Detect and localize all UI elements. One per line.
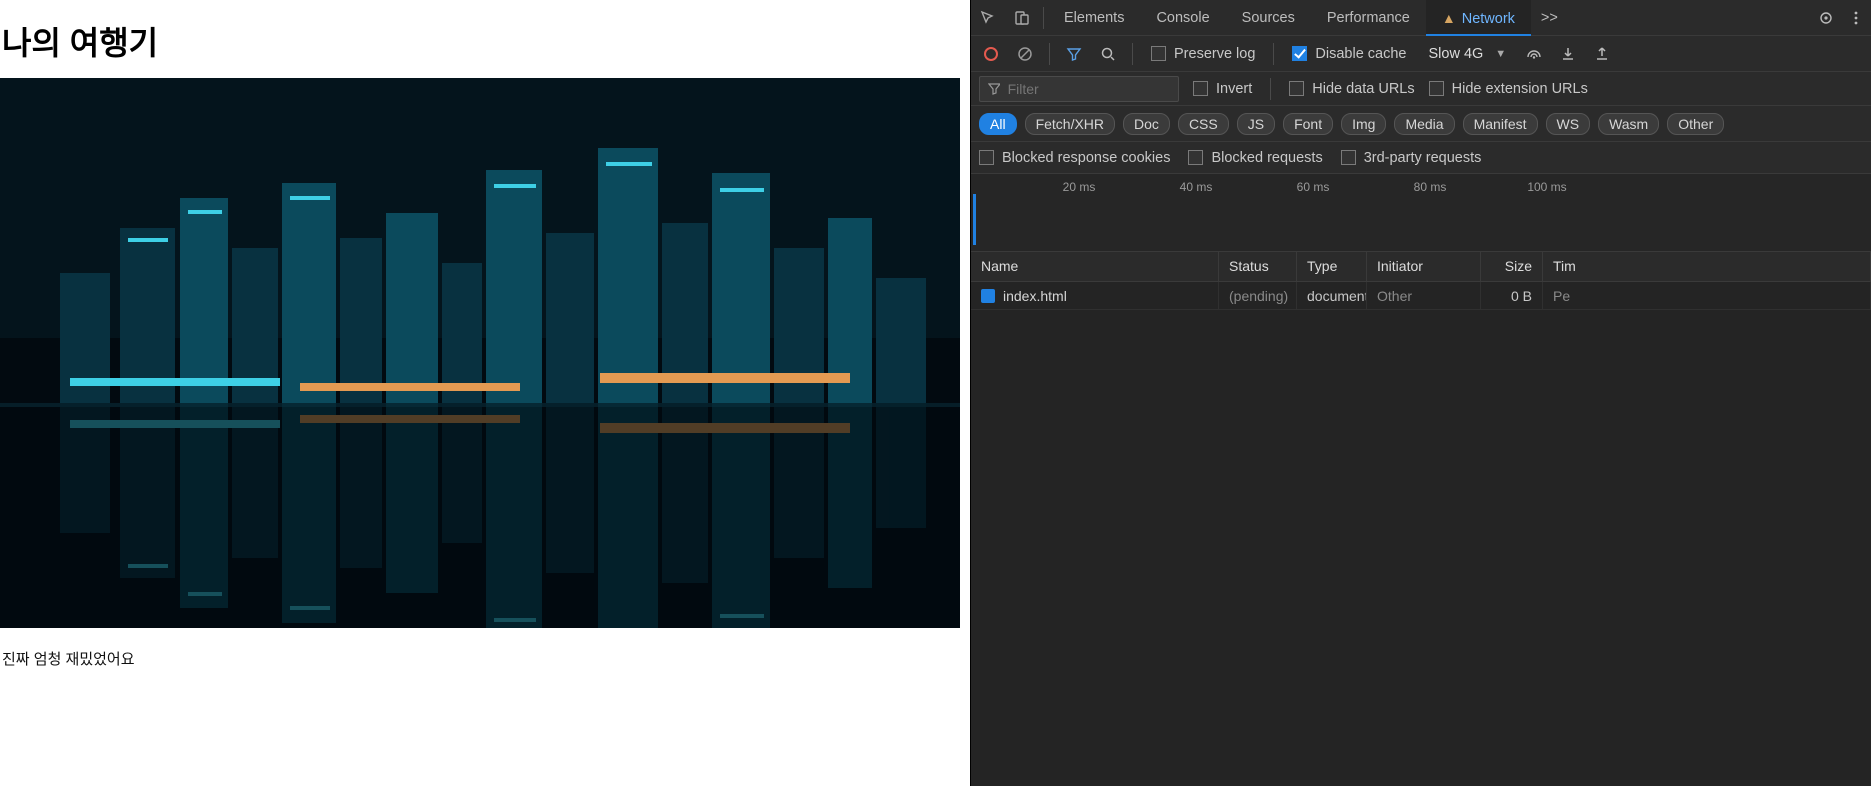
pill-manifest[interactable]: Manifest <box>1463 113 1538 135</box>
timeline-tick: 80 ms <box>1414 180 1447 194</box>
document-file-icon <box>981 289 995 303</box>
disable-cache-checkbox[interactable]: Disable cache <box>1284 46 1414 62</box>
pill-ws[interactable]: WS <box>1546 113 1591 135</box>
pill-all[interactable]: All <box>979 113 1017 135</box>
extra-filters: Blocked response cookies Blocked request… <box>971 142 1871 174</box>
timeline-overview[interactable]: 20 ms 40 ms 60 ms 80 ms 100 ms <box>971 174 1871 252</box>
blocked-requests-checkbox[interactable]: Blocked requests <box>1188 150 1322 166</box>
kebab-menu-icon[interactable] <box>1841 0 1871 36</box>
tab-sources[interactable]: Sources <box>1226 0 1311 36</box>
throttle-select[interactable]: Slow 4G ▼ <box>1420 46 1514 62</box>
settings-gear-icon[interactable] <box>1811 0 1841 36</box>
timeline-tick: 20 ms <box>1063 180 1096 194</box>
pill-other[interactable]: Other <box>1667 113 1724 135</box>
hero-image <box>0 78 960 628</box>
row-time: Pe <box>1543 282 1871 309</box>
filter-bar: Invert Hide data URLs Hide extension URL… <box>971 72 1871 106</box>
funnel-icon <box>988 82 1000 95</box>
filter-toggle-icon[interactable] <box>1060 40 1088 68</box>
page-title: 나의 여행기 <box>0 0 970 78</box>
pill-js[interactable]: JS <box>1237 113 1275 135</box>
throttle-label: Slow 4G <box>1428 46 1483 62</box>
filter-input-wrap[interactable] <box>979 76 1179 102</box>
row-size: 0 B <box>1481 282 1543 309</box>
row-status: (pending) <box>1219 282 1297 309</box>
devtools-panel: Elements Console Sources Performance ▲Ne… <box>970 0 1871 786</box>
webpage-pane: 나의 여행기 <box>0 0 970 786</box>
col-time[interactable]: Tim <box>1543 252 1871 281</box>
tab-network[interactable]: ▲Network <box>1426 0 1531 36</box>
col-type[interactable]: Type <box>1297 252 1367 281</box>
pill-css[interactable]: CSS <box>1178 113 1229 135</box>
filter-input[interactable] <box>1008 81 1170 97</box>
row-name: index.html <box>1003 288 1067 304</box>
tab-elements[interactable]: Elements <box>1048 0 1140 36</box>
network-conditions-icon[interactable] <box>1520 40 1548 68</box>
row-type: document <box>1297 282 1367 309</box>
col-status[interactable]: Status <box>1219 252 1297 281</box>
invert-checkbox[interactable]: Invert <box>1193 81 1252 97</box>
pill-wasm[interactable]: Wasm <box>1598 113 1659 135</box>
blocked-cookies-checkbox[interactable]: Blocked response cookies <box>979 150 1170 166</box>
network-table-body: index.html (pending) document Other 0 B … <box>971 282 1871 786</box>
preserve-log-checkbox[interactable]: Preserve log <box>1143 46 1263 62</box>
device-toggle-icon[interactable] <box>1005 0 1039 36</box>
table-row[interactable]: index.html (pending) document Other 0 B … <box>971 282 1871 310</box>
devtools-tabs: Elements Console Sources Performance ▲Ne… <box>971 0 1871 36</box>
pill-media[interactable]: Media <box>1394 113 1454 135</box>
pill-font[interactable]: Font <box>1283 113 1333 135</box>
timeline-marker <box>973 194 976 245</box>
export-har-icon[interactable] <box>1588 40 1616 68</box>
network-toolbar: Preserve log Disable cache Slow 4G ▼ <box>971 36 1871 72</box>
disable-cache-label: Disable cache <box>1315 46 1406 62</box>
search-icon[interactable] <box>1094 40 1122 68</box>
preserve-log-label: Preserve log <box>1174 46 1255 62</box>
tab-performance[interactable]: Performance <box>1311 0 1426 36</box>
hide-extension-urls-checkbox[interactable]: Hide extension URLs <box>1429 81 1588 97</box>
inspect-icon[interactable] <box>971 0 1005 36</box>
third-party-checkbox[interactable]: 3rd-party requests <box>1341 150 1482 166</box>
chevron-down-icon: ▼ <box>1495 48 1506 60</box>
col-size[interactable]: Size <box>1481 252 1543 281</box>
type-filter-pills: All Fetch/XHR Doc CSS JS Font Img Media … <box>971 106 1871 142</box>
import-har-icon[interactable] <box>1554 40 1582 68</box>
col-initiator[interactable]: Initiator <box>1367 252 1481 281</box>
timeline-tick: 100 ms <box>1527 180 1566 194</box>
tabs-overflow[interactable]: >> <box>1531 10 1568 26</box>
timeline-tick: 60 ms <box>1297 180 1330 194</box>
pill-img[interactable]: Img <box>1341 113 1386 135</box>
clear-button[interactable] <box>1011 40 1039 68</box>
col-name[interactable]: Name <box>971 252 1219 281</box>
hide-data-urls-checkbox[interactable]: Hide data URLs <box>1289 81 1414 97</box>
timeline-tick: 40 ms <box>1180 180 1213 194</box>
page-caption: 진짜 엄청 재밌었어요 <box>0 628 970 669</box>
row-initiator: Other <box>1367 282 1481 309</box>
pill-doc[interactable]: Doc <box>1123 113 1170 135</box>
record-button[interactable] <box>977 40 1005 68</box>
tab-console[interactable]: Console <box>1140 0 1225 36</box>
network-table-header: Name Status Type Initiator Size Tim <box>971 252 1871 282</box>
warning-icon: ▲ <box>1442 10 1456 26</box>
pill-fetch-xhr[interactable]: Fetch/XHR <box>1025 113 1115 135</box>
